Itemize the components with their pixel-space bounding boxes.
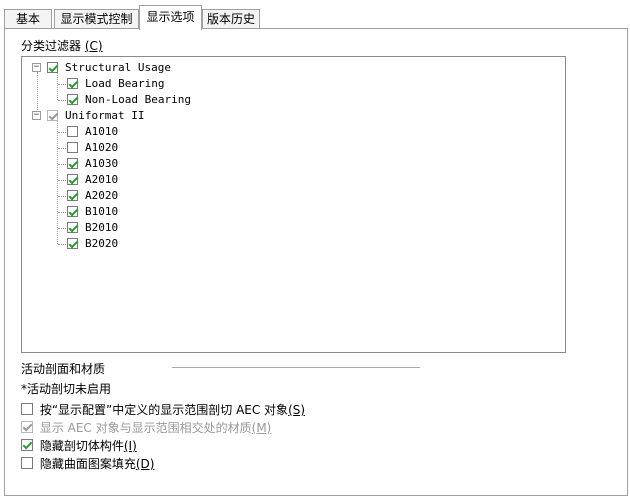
show-intersection-material-option: 显示 AEC 对象与显示范围相交处的材质(M) bbox=[21, 419, 271, 436]
option-label: 显示 AEC 对象与显示范围相交处的材质 bbox=[39, 421, 252, 435]
non-load-bearing-checkbox[interactable] bbox=[67, 94, 78, 105]
tree-node-label: Uniformat II bbox=[65, 109, 145, 122]
option-label: 隐藏剖切体构件 bbox=[39, 439, 124, 453]
option-label: 隐藏曲面图案填充 bbox=[39, 457, 136, 471]
live-section-note: *活动剖切未启用 bbox=[21, 382, 112, 396]
cut-aec-objects-option[interactable]: 按“显示配置”中定义的显示范围剖切 AEC 对象(S) bbox=[21, 401, 305, 418]
hide-surface-hatch-checkbox[interactable] bbox=[21, 457, 33, 469]
load-bearing-checkbox[interactable] bbox=[67, 78, 78, 89]
tree-node-label: B1010 bbox=[85, 205, 119, 218]
a2010-checkbox[interactable] bbox=[67, 174, 78, 185]
hide-cut-body-checkbox[interactable] bbox=[21, 439, 33, 451]
tree-node-label: Non-Load Bearing bbox=[85, 93, 191, 106]
b2020-checkbox[interactable] bbox=[67, 238, 78, 249]
tree-node-label: A2010 bbox=[85, 173, 119, 186]
option-accelerator: (D) bbox=[135, 457, 155, 471]
hide-surface-hatch-option[interactable]: 隐藏曲面图案填充(D) bbox=[21, 455, 154, 472]
category-filter-label: 分类过滤器 (C) bbox=[21, 39, 103, 53]
collapse-icon[interactable]: − bbox=[32, 111, 41, 120]
tab-basic[interactable]: 基本 bbox=[4, 9, 52, 29]
hide-cut-body-option[interactable]: 隐藏剖切体构件(I) bbox=[21, 437, 137, 454]
tree-node-label: A1020 bbox=[85, 141, 119, 154]
section-title: 活动剖面和材质 bbox=[21, 362, 106, 376]
cut-aec-objects-checkbox[interactable] bbox=[21, 403, 33, 415]
tree-node-label: B2020 bbox=[85, 237, 119, 250]
a1020-checkbox[interactable] bbox=[67, 142, 78, 153]
structural-usage-checkbox[interactable] bbox=[47, 62, 58, 73]
tab-version-history[interactable]: 版本历史 bbox=[202, 9, 260, 29]
category-filter-tree[interactable]: − Structural Usage Load Bearing Non-Load… bbox=[21, 56, 566, 353]
tree-node-label: Structural Usage bbox=[65, 61, 171, 74]
section-divider bbox=[172, 367, 420, 368]
tree-node-label: B2010 bbox=[85, 221, 119, 234]
option-accelerator: (M) bbox=[251, 421, 272, 435]
tree-node-label: Load Bearing bbox=[85, 77, 165, 90]
option-label: 按“显示配置”中定义的显示范围剖切 AEC 对象 bbox=[39, 403, 289, 417]
tab-display-mode-control[interactable]: 显示模式控制 bbox=[54, 9, 139, 29]
tree-node-label: A1010 bbox=[85, 125, 119, 138]
b2010-checkbox[interactable] bbox=[67, 222, 78, 233]
option-accelerator: (S) bbox=[288, 403, 306, 417]
uniformat-ii-checkbox[interactable] bbox=[47, 110, 58, 121]
a1030-checkbox[interactable] bbox=[67, 158, 78, 169]
b1010-checkbox[interactable] bbox=[67, 206, 78, 217]
a1010-checkbox[interactable] bbox=[67, 126, 78, 137]
tab-display-options[interactable]: 显示选项 bbox=[139, 5, 202, 30]
show-intersection-material-checkbox bbox=[21, 421, 33, 433]
option-accelerator: (I) bbox=[123, 439, 137, 453]
a2020-checkbox[interactable] bbox=[67, 190, 78, 201]
tree-node-label: A1030 bbox=[85, 157, 119, 170]
collapse-icon[interactable]: − bbox=[32, 63, 41, 72]
tree-node-label: A2020 bbox=[85, 189, 119, 202]
